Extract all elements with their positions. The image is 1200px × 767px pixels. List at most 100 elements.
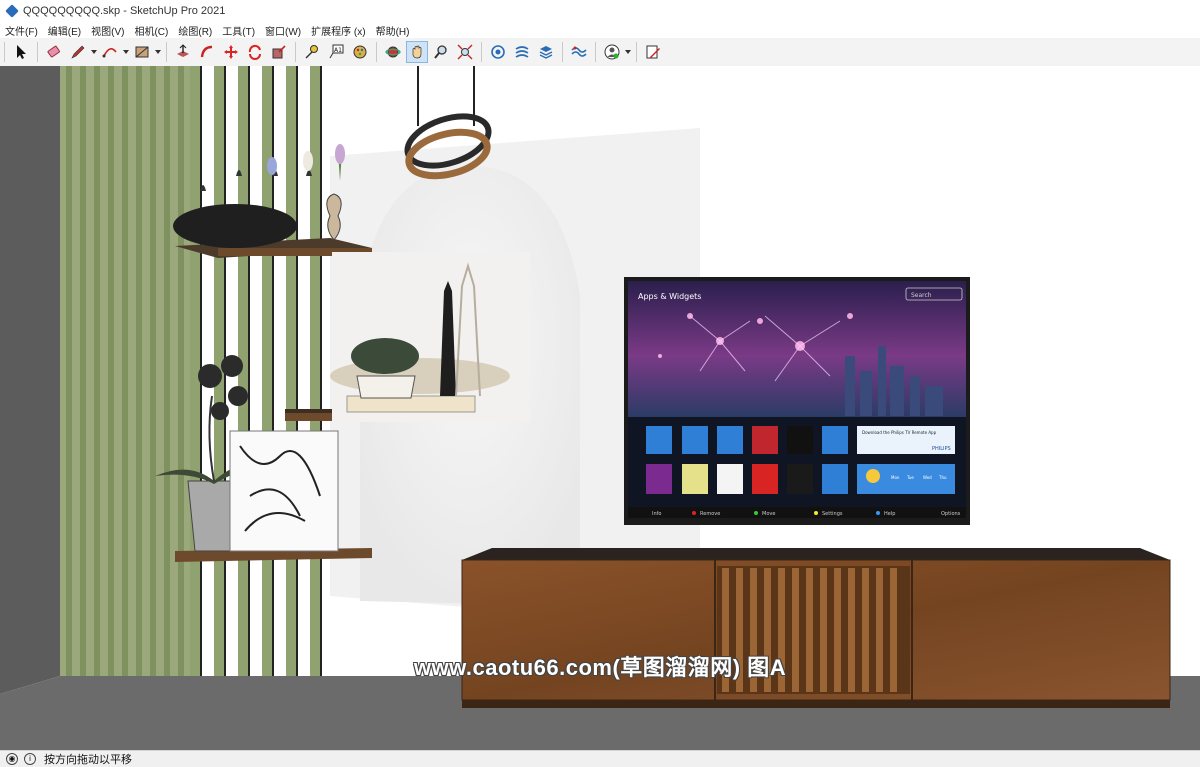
move-icon <box>224 45 238 59</box>
tv-cabinet <box>461 548 1171 708</box>
move-tool-button[interactable] <box>220 41 242 63</box>
select-arrow-icon <box>17 45 26 59</box>
tv-bar-remove: Remove <box>700 511 720 517</box>
toolbar-separator <box>4 42 5 62</box>
tv-search-placeholder: Search <box>911 292 932 299</box>
toolbar-separator <box>562 42 563 62</box>
menu-camera[interactable]: 相机(C) <box>129 23 173 38</box>
status-hint: 按方向拖动以平移 <box>44 754 132 766</box>
arc-icon <box>102 48 117 58</box>
arc-dropdown[interactable] <box>122 41 130 63</box>
window-title: QQQQQQQQQ.skp - SketchUp Pro 2021 <box>23 5 226 17</box>
push-pull-tool-button[interactable] <box>172 41 194 63</box>
tv-weather-tue: Tue <box>906 475 914 480</box>
rectangle-icon <box>135 46 149 58</box>
tv-weather-thu: Thu <box>938 475 947 480</box>
info-icon[interactable]: i <box>24 753 36 765</box>
middle-shelf-decor <box>330 252 530 422</box>
menu-view[interactable]: 视图(V) <box>86 23 129 38</box>
extension-warehouse-icon <box>515 46 529 58</box>
zoom-extents-icon <box>457 44 473 60</box>
sandbox-tool-button[interactable] <box>568 41 590 63</box>
text-label-icon: A1 <box>329 44 344 59</box>
pencil-tool-button[interactable] <box>67 41 89 63</box>
main-toolbar: A1 <box>0 38 1200 67</box>
status-bar: ◉ i 按方向拖动以平移 <box>0 750 1200 767</box>
shape-tool-button[interactable] <box>131 41 153 63</box>
sketchup-logo-icon <box>5 4 19 18</box>
push-pull-icon <box>177 44 189 57</box>
scale-icon <box>272 45 286 59</box>
shape-dropdown[interactable] <box>154 41 162 63</box>
scale-tool-button[interactable] <box>268 41 290 63</box>
pencil-icon <box>71 45 85 59</box>
menu-bar: 文件(F) 编辑(E) 视图(V) 相机(C) 绘图(R) 工具(T) 窗口(W… <box>0 22 1200 38</box>
follow-me-icon <box>200 45 213 58</box>
text-tool-button[interactable]: A1 <box>325 41 347 63</box>
watermark-text: www.caotu66.com(草图溜溜网) 图A <box>413 655 787 680</box>
title-bar: QQQQQQQQQ.skp - SketchUp Pro 2021 <box>0 0 1200 22</box>
zoom-magnifier-icon <box>434 45 447 59</box>
tv-bar-options: Options <box>941 511 961 517</box>
tape-measure-icon <box>305 45 318 59</box>
menu-window[interactable]: 窗口(W) <box>260 23 306 38</box>
profile-dropdown[interactable] <box>624 41 632 63</box>
3d-warehouse-icon <box>491 45 505 59</box>
profile-tool-button[interactable] <box>601 41 623 63</box>
toolbar-separator <box>295 42 296 62</box>
paint-bucket-tool-button[interactable] <box>349 41 371 63</box>
eraser-icon <box>47 45 60 58</box>
toolbar-separator <box>37 42 38 62</box>
scene-drawing: Apps & Widgets Search Download the Phili… <box>0 66 1200 750</box>
tv-promo-brand: PHILIPS <box>932 446 951 452</box>
zoom-extents-tool-button[interactable] <box>454 41 476 63</box>
tv-weather-wed: Wed <box>923 475 932 480</box>
geo-location-icon[interactable]: ◉ <box>6 753 18 765</box>
toolbar-separator <box>166 42 167 62</box>
tv-promo-title: Download the Philips TV Remote App <box>862 430 937 435</box>
tv-weather-mon: Mon <box>891 475 900 480</box>
tv-bar-help: Help <box>884 511 895 517</box>
framed-artwork <box>229 430 339 552</box>
menu-draw[interactable]: 绘图(R) <box>173 23 217 38</box>
extension-warehouse-tool-button[interactable] <box>511 41 533 63</box>
tape-measure-tool-button[interactable] <box>301 41 323 63</box>
menu-edit[interactable]: 编辑(E) <box>43 23 86 38</box>
orbit-tool-button[interactable] <box>382 41 404 63</box>
layers-stack-icon <box>539 46 553 59</box>
menu-tools[interactable]: 工具(T) <box>217 23 260 38</box>
pan-hand-icon <box>412 45 422 59</box>
toolbar-separator <box>376 42 377 62</box>
tv-header-text: Apps & Widgets <box>638 292 701 301</box>
select-tool-button[interactable] <box>10 41 32 63</box>
model-viewport[interactable]: Apps & Widgets Search Download the Phili… <box>0 66 1200 750</box>
toolbar-separator <box>636 42 637 62</box>
zoom-tool-button[interactable] <box>430 41 452 63</box>
warehouse-tool-button[interactable] <box>487 41 509 63</box>
sandbox-terrain-icon <box>571 46 587 57</box>
section-tool-button[interactable] <box>642 41 664 63</box>
paint-bucket-icon <box>353 45 367 59</box>
menu-extensions[interactable]: 扩展程序 (x) <box>306 23 370 38</box>
rotate-icon <box>248 44 261 60</box>
pencil-dropdown[interactable] <box>90 41 98 63</box>
toolbar-separator <box>481 42 482 62</box>
wood-slat-wall <box>60 66 322 676</box>
eraser-tool-button[interactable] <box>43 41 65 63</box>
pan-tool-button[interactable] <box>406 41 428 63</box>
tv-bar-info: Info <box>652 511 661 517</box>
tv-bar-settings: Settings <box>822 511 843 517</box>
menu-file[interactable]: 文件(F) <box>0 23 43 38</box>
edit-document-icon <box>646 45 660 59</box>
television: Apps & Widgets Search Download the Phili… <box>624 277 970 525</box>
menu-help[interactable]: 帮助(H) <box>371 23 415 38</box>
left-wall <box>0 66 60 694</box>
layout-tool-button[interactable] <box>535 41 557 63</box>
tv-bar-move: Move <box>762 511 775 517</box>
toolbar-separator <box>595 42 596 62</box>
svg-text:A1: A1 <box>334 47 342 54</box>
rotate-tool-button[interactable] <box>244 41 266 63</box>
arc-tool-button[interactable] <box>99 41 121 63</box>
follow-me-tool-button[interactable] <box>196 41 218 63</box>
user-profile-icon <box>604 44 620 60</box>
